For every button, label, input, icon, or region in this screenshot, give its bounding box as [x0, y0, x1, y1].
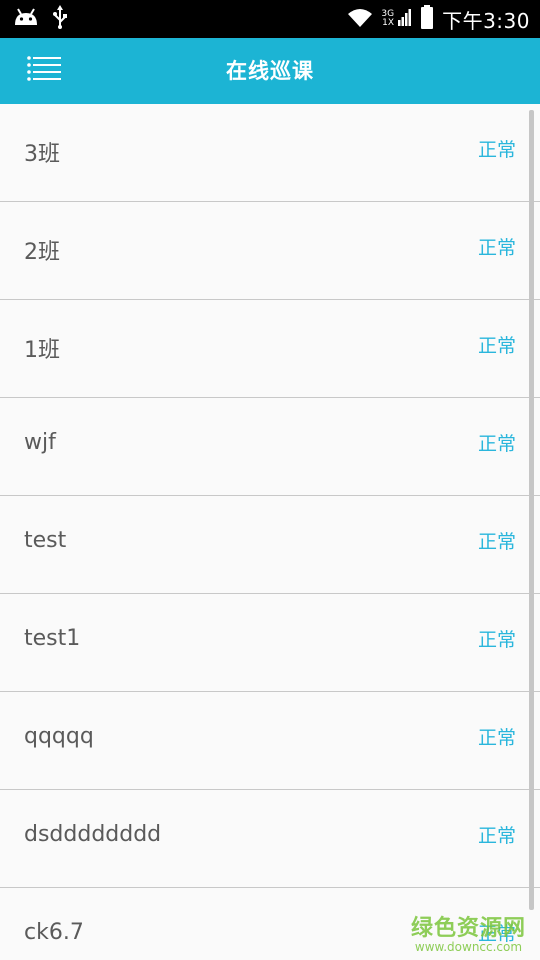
class-name: 2班: [24, 240, 60, 265]
class-list: 3班 正常 2班 正常 1班 正常 wjf 正常 test 正常 test1 正…: [0, 104, 540, 960]
class-name: dsdddddddd: [24, 822, 162, 847]
list-item[interactable]: 3班 正常: [0, 104, 540, 202]
list-item[interactable]: wjf 正常: [0, 398, 540, 496]
class-name: 1班: [24, 338, 60, 363]
signal-icon: [398, 8, 412, 30]
list-item[interactable]: test1 正常: [0, 594, 540, 692]
network-type-bottom: 1X: [382, 18, 395, 28]
app-bar: 在线巡课: [0, 38, 540, 104]
status-label: 正常: [477, 433, 516, 455]
status-label: 正常: [477, 923, 516, 945]
class-name: ck6.7: [24, 920, 84, 945]
status-bar-right: 3G 1X 下午3:30: [347, 5, 530, 34]
status-label: 正常: [477, 825, 516, 847]
class-name: qqqqq: [24, 724, 94, 749]
status-label: 正常: [477, 139, 516, 161]
page-title: 在线巡课: [226, 59, 314, 83]
class-name: test: [24, 528, 67, 553]
status-label: 正常: [477, 629, 516, 651]
usb-icon: [52, 5, 68, 33]
list-item[interactable]: 2班 正常: [0, 202, 540, 300]
status-time: 下午3:30: [442, 8, 530, 33]
battery-icon: [420, 5, 434, 33]
status-bar: 3G 1X 下午3:30: [0, 0, 540, 38]
wifi-icon: [347, 7, 373, 31]
status-label: 正常: [477, 531, 516, 553]
status-label: 正常: [477, 335, 516, 357]
android-icon: [12, 7, 40, 31]
status-bar-left: [12, 5, 68, 33]
class-name: wjf: [24, 430, 56, 455]
network-type-label: 3G 1X: [381, 10, 394, 28]
list-item[interactable]: dsdddddddd 正常: [0, 790, 540, 888]
list-item[interactable]: qqqqq 正常: [0, 692, 540, 790]
class-name: 3班: [24, 142, 60, 167]
list-item[interactable]: 1班 正常: [0, 300, 540, 398]
list-item[interactable]: test 正常: [0, 496, 540, 594]
list-item[interactable]: ck6.7 正常: [0, 888, 540, 960]
scrollbar[interactable]: [529, 110, 534, 910]
status-label: 正常: [477, 727, 516, 749]
class-name: test1: [24, 626, 81, 651]
status-label: 正常: [477, 237, 516, 259]
